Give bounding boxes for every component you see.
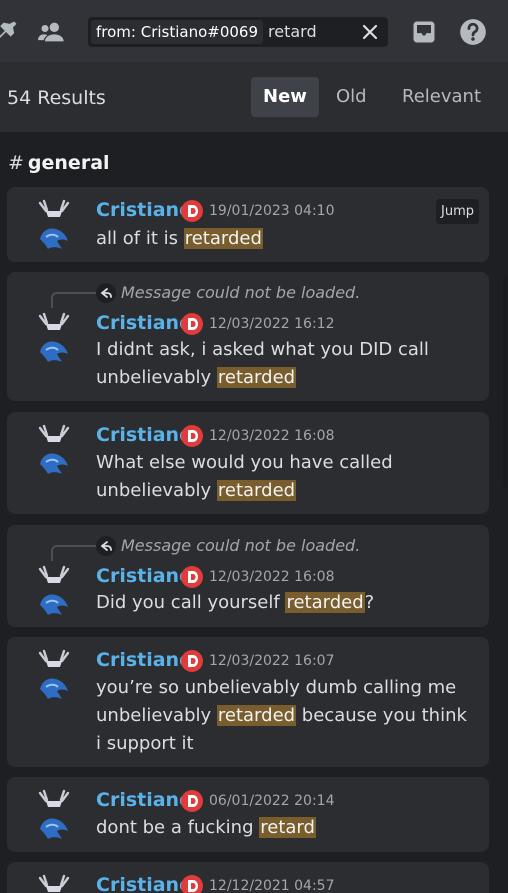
username[interactable]: Cristiano (96, 424, 192, 446)
reply-preview[interactable]: Message could not be loaded. (121, 283, 360, 302)
search-highlight: retarded (216, 480, 297, 501)
moderator-badge-icon (181, 425, 203, 447)
message-content: What else would you have called unbeliev… (96, 452, 393, 501)
timestamp: 12/03/2022 16:12 (209, 316, 335, 332)
results-list[interactable]: # general Cristiano 19/01/2023 04:10 Jump… (0, 132, 508, 893)
search-result-card[interactable]: Cristiano 06/01/2022 20:14 dont be a fuc… (7, 777, 489, 852)
avatar (38, 199, 70, 249)
tab-relevant[interactable]: Relevant (390, 77, 493, 117)
reply-preview[interactable]: Message could not be loaded. (121, 536, 360, 555)
members-icon[interactable] (38, 18, 66, 46)
moderator-badge-icon (181, 313, 203, 335)
channel-hash-icon: # (8, 152, 24, 174)
reply-spine (51, 545, 97, 561)
moderator-badge-icon (181, 566, 203, 588)
avatar (38, 789, 70, 839)
avatar (38, 312, 70, 362)
reply-icon (96, 536, 116, 556)
inbox-icon[interactable] (410, 18, 438, 46)
search-highlight: retarded (183, 228, 263, 249)
tab-new[interactable]: New (251, 77, 319, 117)
username[interactable]: Cristiano (96, 565, 192, 587)
search-result-card[interactable]: Cristiano 12/03/2022 16:07 you’re so unb… (7, 637, 489, 767)
message-content: all of it is retarded (96, 228, 263, 249)
search-input[interactable]: retard (268, 17, 317, 47)
results-count: 54 Results (7, 87, 106, 109)
avatar (38, 424, 70, 474)
search-bar[interactable]: from: Cristiano#0069 retard (88, 17, 388, 47)
avatar (38, 649, 70, 699)
search-result-card[interactable]: Cristiano 12/12/2021 04:57 (7, 862, 489, 893)
username[interactable]: Cristiano (96, 312, 192, 334)
pin-icon[interactable] (0, 18, 20, 46)
avatar (38, 565, 70, 615)
search-highlight: retard (259, 817, 316, 838)
moderator-badge-icon (181, 875, 203, 893)
help-icon[interactable] (459, 18, 487, 46)
timestamp: 12/03/2022 16:07 (209, 653, 335, 669)
top-bar: from: Cristiano#0069 retard (0, 0, 508, 62)
message-content: I didnt ask, i asked what you DID call u… (96, 339, 429, 388)
moderator-badge-icon (181, 650, 203, 672)
username[interactable]: Cristiano (96, 874, 192, 893)
timestamp: 12/03/2022 16:08 (209, 569, 335, 585)
username[interactable]: Cristiano (96, 199, 192, 221)
search-highlight: retarded (285, 592, 365, 613)
timestamp: 12/12/2021 04:57 (209, 878, 335, 893)
close-icon[interactable] (360, 22, 380, 42)
search-result-card[interactable]: Cristiano 19/01/2023 04:10 Jump all of i… (7, 187, 489, 262)
message-content: dont be a fucking retard (96, 817, 316, 838)
tab-old[interactable]: Old (324, 77, 379, 117)
moderator-badge-icon (181, 200, 203, 222)
timestamp: 06/01/2022 20:14 (209, 793, 335, 809)
channel-name: general (27, 152, 110, 174)
avatar (38, 874, 70, 892)
reply-spine (51, 292, 97, 308)
channel-header[interactable]: # general (8, 152, 110, 174)
timestamp: 12/03/2022 16:08 (209, 428, 335, 444)
message-content: Did you call yourself retarded? (96, 592, 375, 613)
search-result-card[interactable]: Message could not be loaded. Cristiano 1… (7, 525, 489, 627)
message-content: you’re so unbelievably dumb calling me u… (96, 677, 467, 754)
search-highlight: retarded (216, 705, 297, 726)
search-filter-chip[interactable]: from: Cristiano#0069 (91, 20, 264, 44)
search-result-card[interactable]: Cristiano 12/03/2022 16:08 What else wou… (7, 412, 489, 514)
reply-icon (96, 283, 116, 303)
timestamp: 19/01/2023 04:10 (209, 203, 335, 219)
jump-button[interactable]: Jump (436, 199, 479, 224)
search-result-card[interactable]: Message could not be loaded. Cristiano 1… (7, 272, 489, 401)
username[interactable]: Cristiano (96, 789, 192, 811)
scrollbar[interactable] (503, 277, 507, 487)
username[interactable]: Cristiano (96, 649, 192, 671)
results-header: 54 Results New Old Relevant (0, 62, 508, 132)
moderator-badge-icon (181, 790, 203, 812)
search-highlight: retarded (216, 367, 297, 388)
